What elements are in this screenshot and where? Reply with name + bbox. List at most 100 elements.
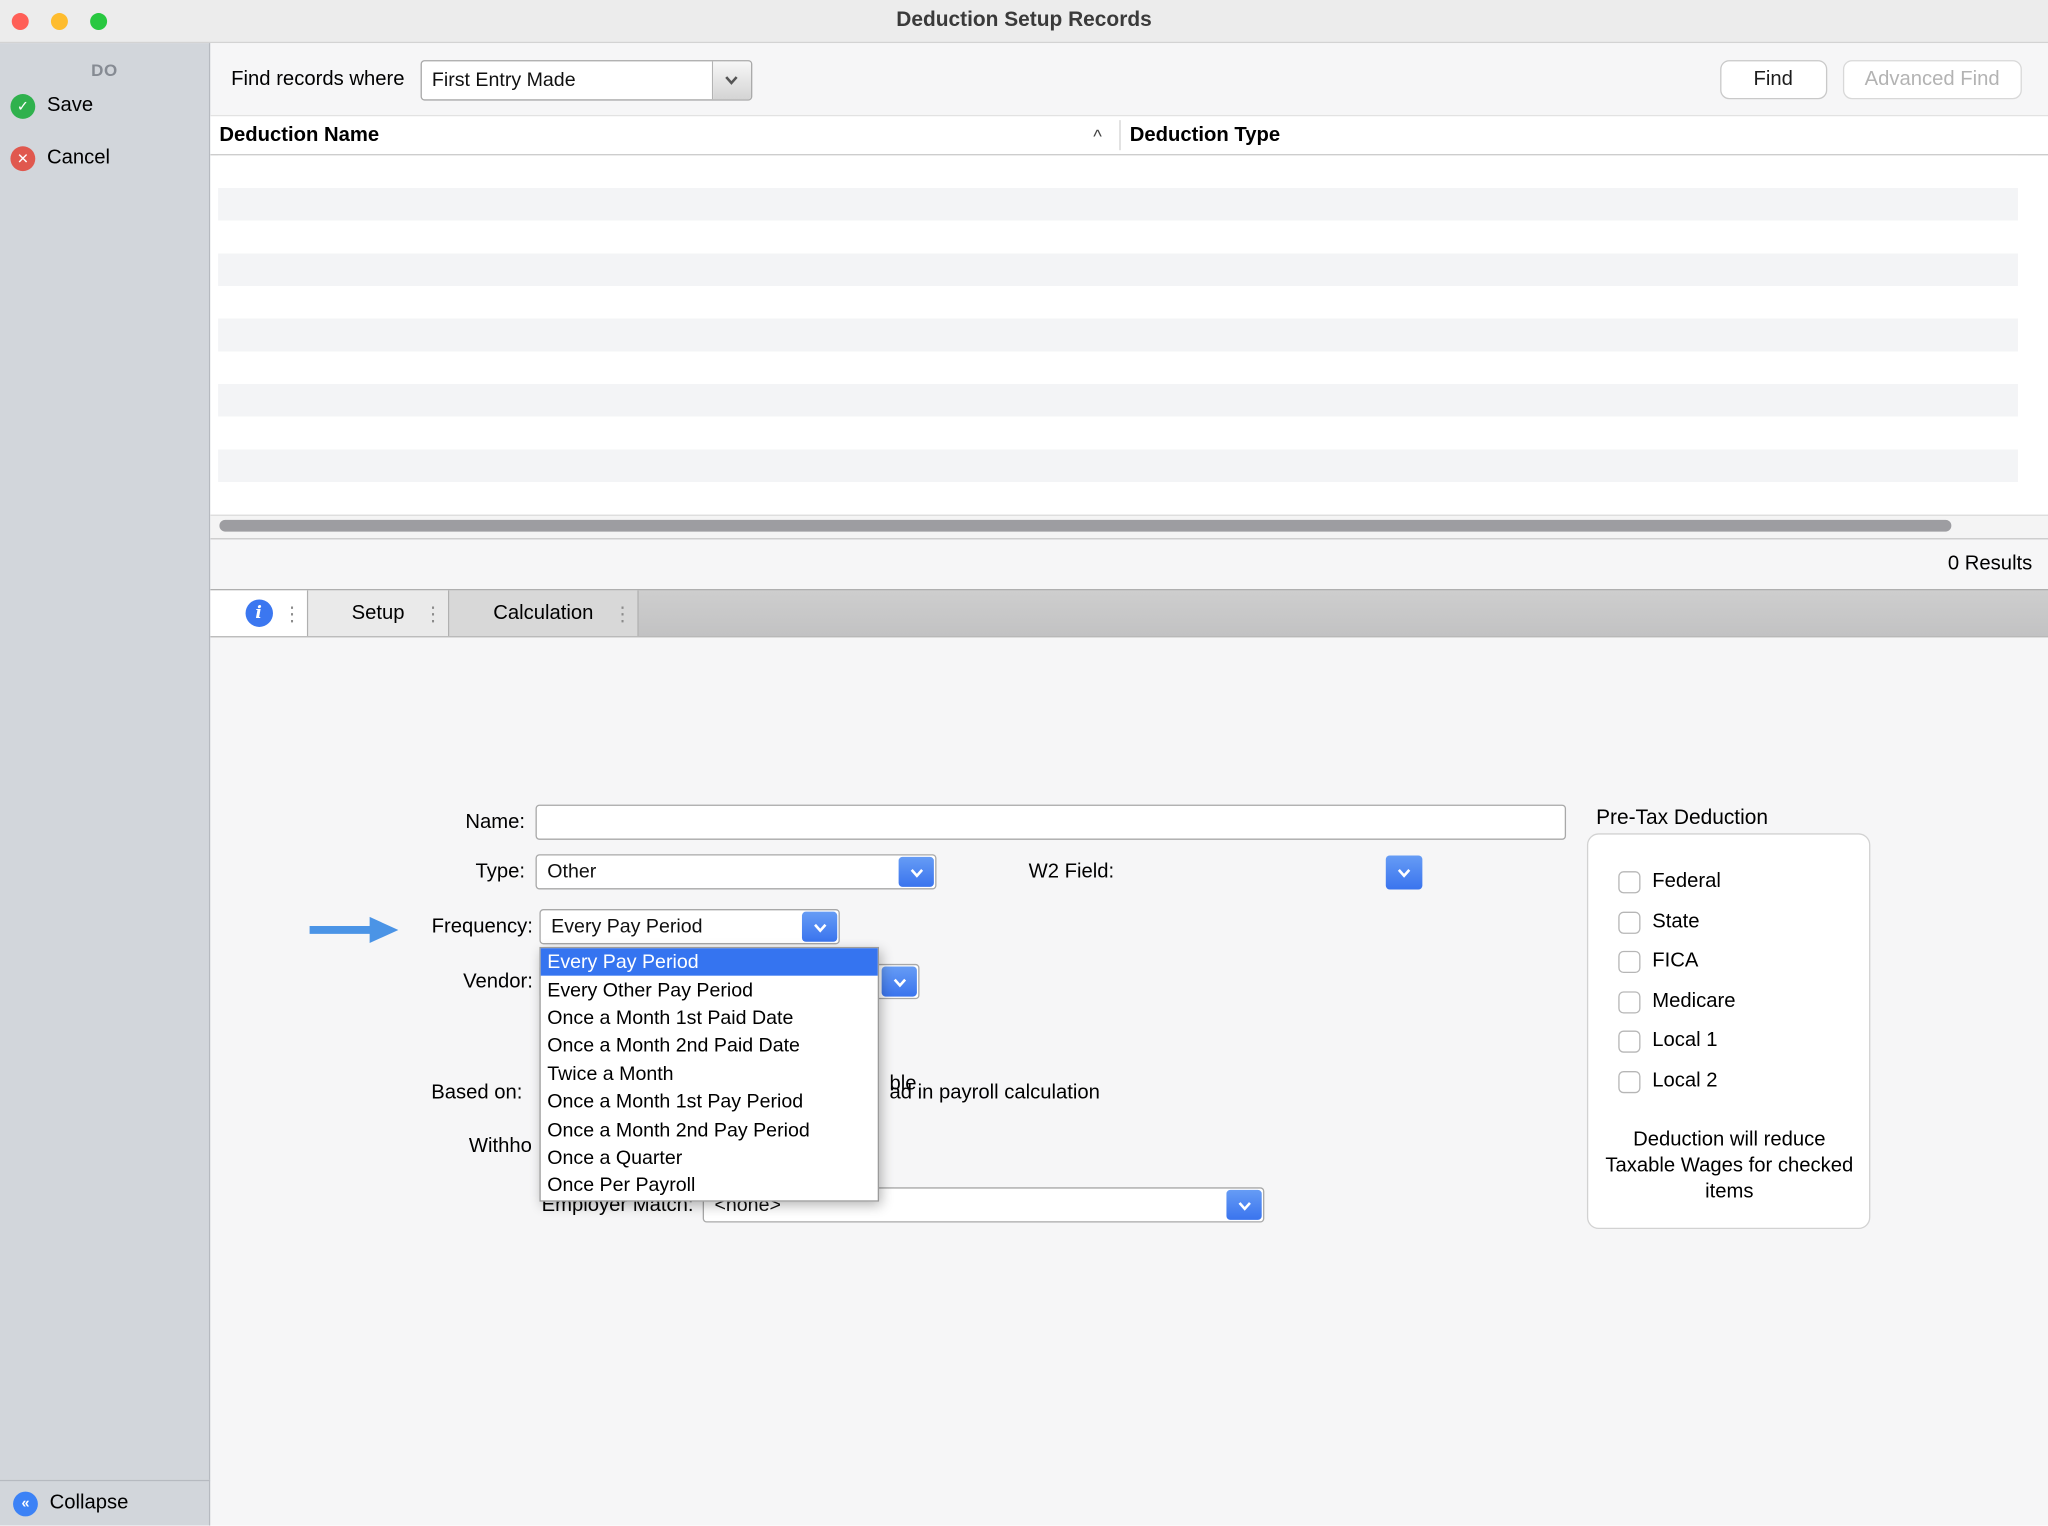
menu-item-once-a-quarter[interactable]: Once a Quarter — [541, 1144, 878, 1172]
checkbox-federal-label: Federal — [1652, 870, 1721, 894]
find-field-dropdown-button[interactable] — [711, 61, 750, 99]
w2-field-label: W2 Field: — [942, 854, 1114, 889]
traffic-lights — [0, 12, 107, 29]
tab-menu-dots[interactable]: ⋮ — [282, 601, 302, 625]
sidebar: DO ✓ Save ✕ Cancel — [0, 43, 210, 1480]
menu-item-every-other-pay-period[interactable]: Every Other Pay Period — [541, 976, 878, 1004]
pretax-deduction-title: Pre-Tax Deduction — [1596, 801, 1768, 836]
type-label: Type: — [289, 854, 525, 889]
menu-item-once-a-month-2nd-paid-date[interactable]: Once a Month 2nd Paid Date — [541, 1032, 878, 1060]
pretax-row-medicare: Medicare — [1618, 986, 1735, 1017]
checkbox-local-1[interactable] — [1618, 1030, 1640, 1052]
window-title: Deduction Setup Records — [0, 9, 2048, 33]
name-input[interactable] — [536, 805, 1567, 840]
tab-bar: i ⋮ Setup ⋮ Calculation ⋮ — [210, 589, 2048, 637]
checkbox-state-label: State — [1652, 910, 1699, 934]
vendor-label: Vendor: — [296, 964, 532, 999]
column-divider[interactable] — [1119, 120, 1120, 150]
pretax-row-fica: FICA — [1618, 946, 1698, 977]
chevron-down-icon — [810, 918, 828, 936]
column-header-deduction-type[interactable]: Deduction Type — [1130, 116, 1280, 154]
pretax-row-local1: Local 1 — [1618, 1025, 1717, 1056]
tab-setup[interactable]: Setup ⋮ — [308, 590, 449, 636]
tab-setup-label: Setup — [352, 601, 405, 625]
menu-item-every-pay-period[interactable]: Every Pay Period — [541, 948, 878, 976]
chevron-down-icon — [890, 972, 908, 990]
pretax-note: Deduction will reduce Taxable Wages for … — [1605, 1127, 1853, 1205]
sidebar-header: DO — [0, 60, 209, 80]
menu-item-once-a-month-1st-pay-period[interactable]: Once a Month 1st Pay Period — [541, 1088, 878, 1116]
check-circle-icon: ✓ — [10, 93, 35, 118]
checkbox-medicare[interactable] — [1618, 991, 1640, 1013]
pretax-row-federal: Federal — [1618, 866, 1721, 897]
menu-item-once-a-month-2nd-pay-period[interactable]: Once a Month 2nd Pay Period — [541, 1116, 878, 1144]
frequency-dropdown[interactable]: Every Pay Period — [539, 909, 839, 944]
tab-calculation[interactable]: Calculation ⋮ — [449, 590, 638, 636]
chevron-down-icon — [1395, 863, 1413, 881]
results-count-bar: 0 Results — [210, 539, 2048, 589]
frequency-dropdown-value: Every Pay Period — [541, 910, 801, 943]
tab-menu-dots[interactable]: ⋮ — [613, 601, 633, 625]
withholding-label-fragment: Withho — [469, 1128, 532, 1163]
checkbox-state[interactable] — [1618, 911, 1640, 933]
tab-calculation-label: Calculation — [493, 601, 593, 625]
results-table-body — [210, 155, 2048, 514]
minimize-window-button[interactable] — [51, 12, 68, 29]
checkbox-fica[interactable] — [1618, 950, 1640, 972]
info-icon: i — [245, 600, 272, 627]
cancel-button-label: Cancel — [47, 146, 110, 170]
close-window-button[interactable] — [12, 12, 29, 29]
vendor-dropdown-button[interactable] — [882, 967, 917, 997]
w2-field-dropdown-button[interactable] — [1386, 856, 1423, 890]
type-dropdown[interactable]: Other — [536, 854, 937, 889]
find-field-dropdown[interactable]: First Entry Made — [420, 59, 752, 99]
horizontal-scrollbar[interactable] — [210, 515, 2048, 540]
empty-row-stripes — [218, 155, 2018, 514]
advanced-find-button[interactable]: Advanced Find — [1842, 60, 2021, 99]
sort-ascending-icon[interactable]: ^ — [1093, 116, 1102, 154]
chevron-down-icon — [723, 71, 741, 89]
column-header-deduction-name[interactable]: Deduction Name — [219, 116, 379, 154]
horizontal-scrollbar-thumb[interactable] — [219, 520, 1951, 532]
menu-item-once-a-month-1st-paid-date[interactable]: Once a Month 1st Paid Date — [541, 1004, 878, 1032]
chevron-down-icon — [1235, 1196, 1253, 1214]
frequency-dropdown-menu: Every Pay Period Every Other Pay Period … — [539, 947, 879, 1201]
tab-info[interactable]: i ⋮ — [210, 590, 308, 636]
pretax-row-local2: Local 2 — [1618, 1066, 1717, 1097]
app-window: Deduction Setup Records DO ✓ Save ✕ Canc… — [0, 0, 2048, 1526]
zoom-window-button[interactable] — [90, 12, 107, 29]
type-dropdown-button[interactable] — [899, 857, 934, 887]
results-table: Deduction Name ^ Deduction Type — [210, 115, 2048, 539]
checkbox-local-1-label: Local 1 — [1652, 1029, 1717, 1053]
cancel-button[interactable]: ✕ Cancel — [0, 132, 209, 184]
find-records-label: Find records where — [231, 68, 404, 92]
type-dropdown-value: Other — [537, 856, 897, 889]
name-label: Name: — [289, 805, 525, 840]
checkbox-local-2[interactable] — [1618, 1070, 1640, 1092]
save-button-label: Save — [47, 94, 93, 118]
employer-match-dropdown-button[interactable] — [1226, 1190, 1261, 1220]
occluded-text-fragment: ad in payroll calculation — [889, 1075, 1099, 1110]
based-on-label: Based on: — [286, 1075, 522, 1110]
results-table-header: Deduction Name ^ Deduction Type — [210, 115, 2048, 155]
results-count: 0 Results — [1948, 552, 2032, 576]
tab-menu-dots[interactable]: ⋮ — [423, 601, 443, 625]
pretax-deduction-panel: Federal State FICA Medicare Local 1 — [1587, 833, 1870, 1229]
collapse-sidebar-button[interactable]: « Collapse — [0, 1480, 210, 1526]
checkbox-medicare-label: Medicare — [1652, 990, 1735, 1014]
find-button[interactable]: Find — [1720, 60, 1827, 99]
main-area: Find records where First Entry Made Find… — [210, 43, 2048, 1525]
find-field-dropdown-value: First Entry Made — [421, 61, 711, 99]
checkbox-fica-label: FICA — [1652, 950, 1698, 974]
find-bar: Find records where First Entry Made Find… — [231, 59, 2022, 101]
annotation-arrow-icon — [310, 916, 399, 945]
collapse-chevron-icon: « — [13, 1491, 38, 1516]
titlebar: Deduction Setup Records — [0, 0, 2048, 43]
checkbox-federal[interactable] — [1618, 871, 1640, 893]
menu-item-once-per-payroll[interactable]: Once Per Payroll — [541, 1172, 878, 1200]
menu-item-twice-a-month[interactable]: Twice a Month — [541, 1060, 878, 1088]
checkbox-local-2-label: Local 2 — [1652, 1070, 1717, 1094]
x-circle-icon: ✕ — [10, 146, 35, 171]
save-button[interactable]: ✓ Save — [0, 80, 209, 132]
frequency-dropdown-button[interactable] — [802, 912, 837, 942]
